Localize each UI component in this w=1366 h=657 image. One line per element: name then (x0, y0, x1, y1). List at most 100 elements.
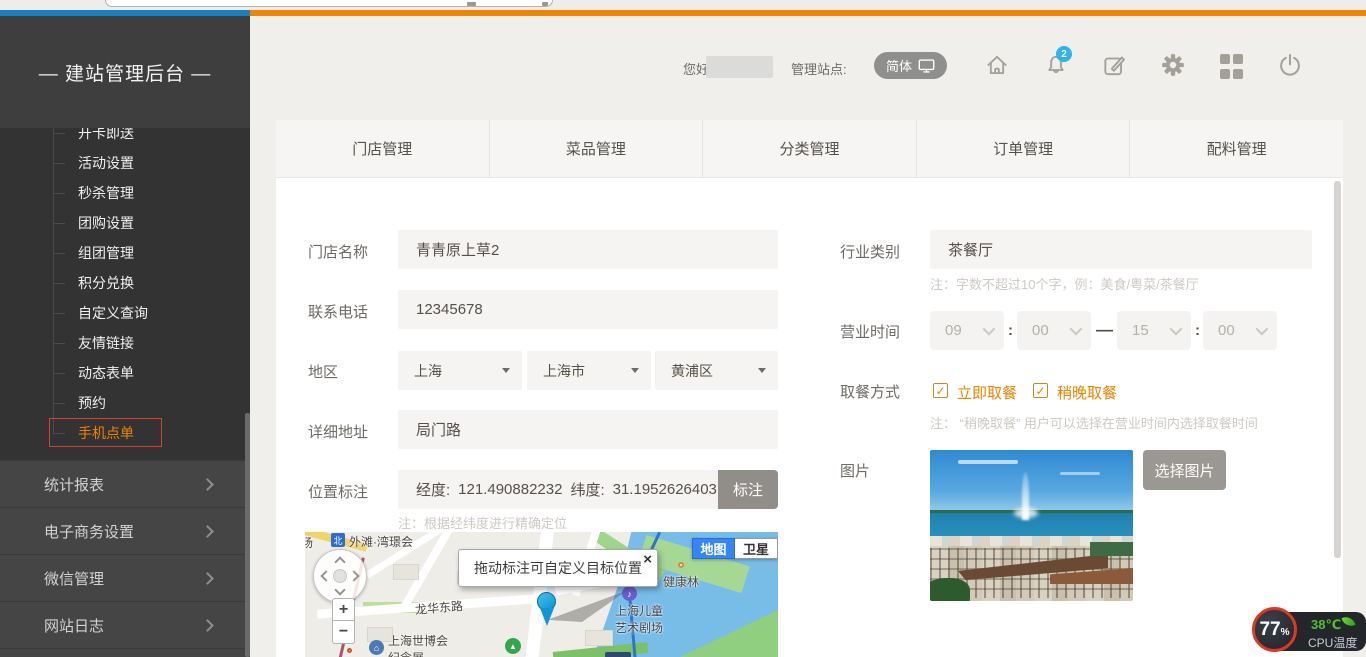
language-label: 简体 (886, 56, 912, 75)
address-label: 详细地址 (308, 421, 368, 442)
store-photo-thumbnail[interactable] (930, 450, 1133, 601)
chevron-down-icon (983, 323, 996, 336)
end-minute-select[interactable]: 00 (1203, 311, 1277, 350)
industry-input[interactable]: 茶餐厅 (930, 230, 1312, 269)
map-label-expo: 上海世博会 纪念展 (388, 632, 448, 657)
zoom-out-button[interactable]: − (332, 621, 355, 644)
address-bar-text-fragment (467, 2, 476, 6)
tab-ingredient-management[interactable]: 配料管理 (1129, 120, 1343, 177)
industry-label: 行业类别 (840, 241, 900, 262)
chevron-down-icon (1170, 323, 1183, 336)
browser-chrome-strip (0, 0, 1366, 10)
sidebar-item-points-exchange[interactable]: 积分兑换 (0, 268, 250, 298)
active-item-highlight (49, 418, 162, 447)
pickup-now-checkbox[interactable]: ✓ (933, 383, 948, 398)
sidebar-section-statistics[interactable]: 统计报表 (0, 460, 250, 507)
map-label-bund: 外滩·湾璟会 (349, 533, 413, 550)
pan-left-icon[interactable] (320, 570, 331, 581)
browser-address-bar[interactable] (105, 0, 553, 7)
zoom-in-button[interactable]: + (332, 598, 355, 621)
region-label: 地区 (308, 361, 338, 382)
sidebar-scrollbar[interactable] (245, 413, 250, 657)
cpu-percent-sign: % (1281, 616, 1290, 650)
section-label: 电子商务设置 (44, 521, 134, 542)
sidebar-item-friend-links[interactable]: 友情链接 (0, 328, 250, 358)
sidebar-partial-row (0, 648, 250, 657)
pickup-later-checkbox[interactable]: ✓ (1033, 383, 1048, 398)
apps-grid-icon[interactable] (1220, 54, 1246, 80)
address-input[interactable]: 局门路 (398, 410, 778, 449)
expo-line2: 纪念展 (388, 649, 448, 657)
notification-count-badge: 2 (1056, 46, 1072, 62)
settings-gear-icon[interactable] (1160, 52, 1186, 78)
tooltip-text: 拖动标注可自定义目标位置 (474, 558, 642, 578)
tab-store-management[interactable]: 门店管理 (276, 120, 489, 177)
map-mode-button[interactable]: 地图 (692, 538, 735, 559)
cpu-usage-dial[interactable]: 77 % (1252, 607, 1297, 652)
language-button[interactable]: 简体 (874, 52, 947, 79)
pan-center-dot (333, 569, 347, 583)
dropdown-caret-icon (502, 368, 510, 373)
time-colon: : (1195, 322, 1200, 339)
tab-category-management[interactable]: 分类管理 (702, 120, 916, 177)
city-select[interactable]: 上海市 (527, 351, 651, 390)
district-select[interactable]: 黄浦区 (655, 351, 778, 390)
map-label-road: 龙华东路 (414, 597, 463, 618)
sidebar-item-group-manage[interactable]: 组团管理 (0, 238, 250, 268)
check-icon: ✓ (1035, 385, 1045, 397)
lng-value[interactable]: 121.490882232 (458, 481, 562, 498)
sidebar-section-site-logs[interactable]: 网站日志 (0, 601, 250, 648)
map-canvas[interactable]: 拖动标注可自定义目标位置 × 场 外滩·湾璟会 龙华东路 上海世博会 纪念展 ⌂… (305, 532, 778, 657)
pan-right-icon[interactable] (348, 570, 359, 581)
start-hour-select[interactable]: 09 (930, 311, 1004, 350)
pan-up-icon[interactable] (334, 556, 345, 567)
sidebar-section-ecommerce[interactable]: 电子商务设置 (0, 507, 250, 554)
sidebar-item-reservation[interactable]: 预约 (0, 388, 250, 418)
location-field[interactable]: 经度: 121.490882232 纬度: 31.1952626403 (398, 470, 718, 509)
lat-value[interactable]: 31.1952626403 (613, 481, 717, 498)
province-select[interactable]: 上海 (398, 351, 522, 390)
sidebar-section-wechat[interactable]: 微信管理 (0, 554, 250, 601)
pickup-later-label[interactable]: 稍晚取餐 (1057, 382, 1117, 403)
sidebar-item-custom-query[interactable]: 自定义查询 (0, 298, 250, 328)
hours-label: 营业时间 (840, 321, 900, 342)
store-name-input[interactable]: 青青原上草2 (398, 230, 778, 269)
app-title: — 建站管理后台 — (39, 59, 212, 86)
sidebar-item-activity-settings[interactable]: 活动设置 (0, 148, 250, 178)
satellite-mode-button[interactable]: 卫星 (735, 538, 778, 559)
content-scrollbar[interactable] (1334, 181, 1341, 558)
map-clipped-label (605, 652, 631, 657)
tab-dish-management[interactable]: 菜品管理 (489, 120, 703, 177)
pickup-note: 注： “稍晚取餐” 用户可以选择在营业时间内选择取餐时间 (930, 413, 1258, 432)
start-minute-select[interactable]: 00 (1017, 311, 1091, 350)
end-hour-select[interactable]: 15 (1117, 311, 1191, 350)
chevron-right-icon (201, 572, 214, 585)
end-minute-value: 00 (1218, 322, 1235, 339)
power-icon[interactable] (1277, 52, 1303, 78)
map-tooltip: 拖动标注可自定义目标位置 × (458, 549, 658, 587)
tab-order-management[interactable]: 订单管理 (916, 120, 1130, 177)
location-note: 注：根据经纬度进行精确定位 (398, 513, 567, 532)
map-building (393, 564, 419, 580)
province-value: 上海 (414, 361, 442, 381)
mark-location-button[interactable]: 标注 (718, 470, 778, 509)
pan-down-icon[interactable] (334, 584, 345, 595)
screen: — 建站管理后台 — 开卡即送 活动设置 秒杀管理 团购设置 组团管理 积分兑换… (0, 0, 1366, 657)
district-value: 黄浦区 (671, 361, 713, 381)
sidebar-item-dynamic-forms[interactable]: 动态表单 (0, 358, 250, 388)
sidebar-item-groupbuy[interactable]: 团购设置 (0, 208, 250, 238)
map-pan-control[interactable] (313, 549, 367, 603)
theater-line1: 上海儿童 (615, 602, 663, 619)
edit-icon[interactable] (1101, 52, 1127, 78)
home-icon[interactable] (984, 52, 1010, 78)
sidebar-item-seckill[interactable]: 秒杀管理 (0, 178, 250, 208)
check-icon: ✓ (935, 385, 945, 397)
lng-label: 经度: (416, 479, 450, 500)
sidebar: — 建站管理后台 — 开卡即送 活动设置 秒杀管理 团购设置 组团管理 积分兑换… (0, 16, 250, 657)
photo-trees (1090, 542, 1133, 556)
choose-image-button[interactable]: 选择图片 (1143, 450, 1226, 490)
phone-input[interactable]: 12345678 (398, 290, 778, 329)
close-icon[interactable]: × (643, 551, 652, 568)
end-hour-value: 15 (1132, 322, 1149, 339)
pickup-now-label[interactable]: 立即取餐 (957, 382, 1017, 403)
